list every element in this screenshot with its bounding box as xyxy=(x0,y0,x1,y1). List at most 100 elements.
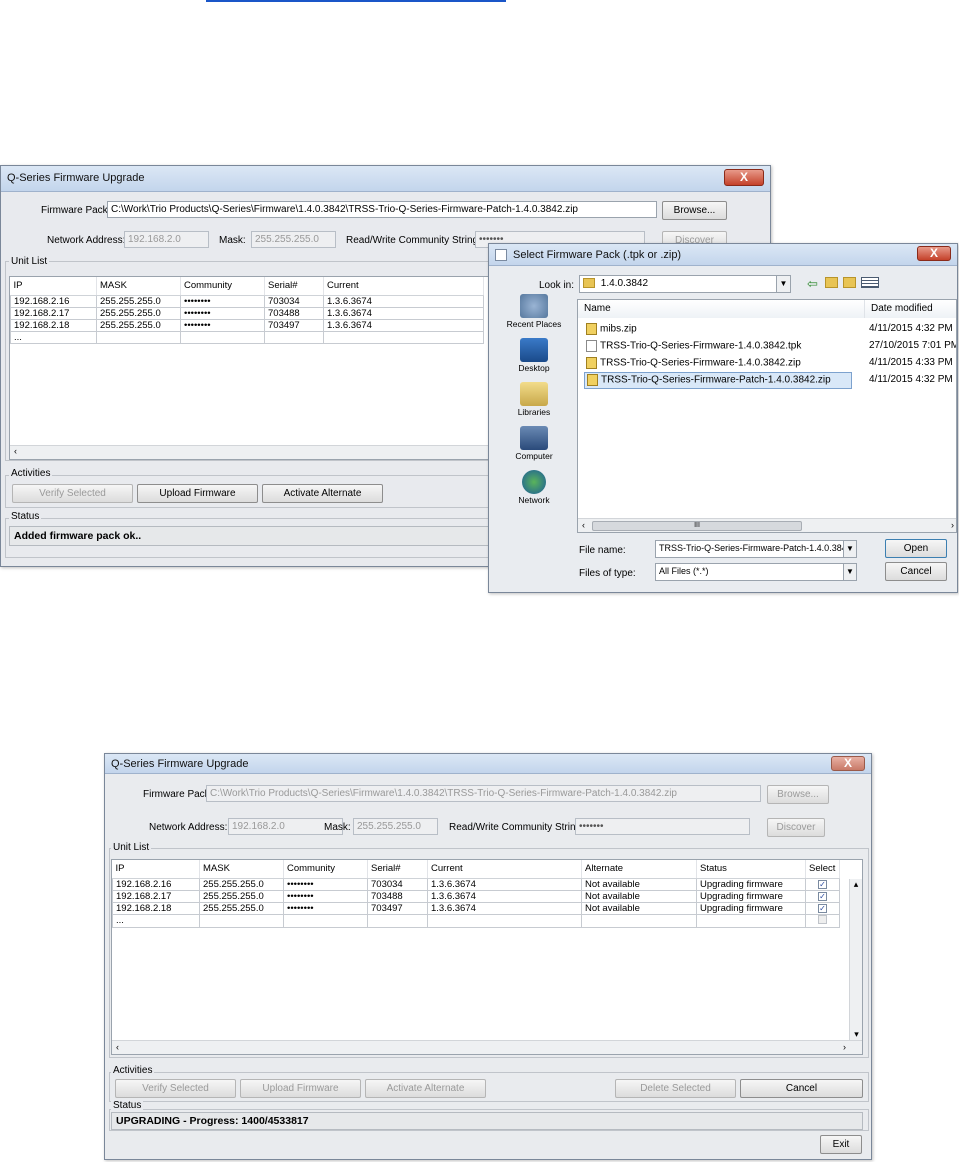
network-address-field[interactable]: 192.168.2.0 xyxy=(124,231,209,248)
discover-button[interactable]: Discover xyxy=(767,818,825,837)
dialog-close-button[interactable]: X xyxy=(917,246,951,261)
column-header-ip[interactable]: IP xyxy=(112,860,200,879)
window-title: Q-Series Firmware Upgrade xyxy=(111,758,249,770)
column-header-serial[interactable]: Serial# xyxy=(264,277,324,296)
file-icon xyxy=(586,340,597,352)
upload-firmware-button[interactable]: Upload Firmware xyxy=(137,484,258,503)
column-header-ip[interactable]: IP xyxy=(10,277,97,296)
cell-mask: 255.255.255.0 xyxy=(96,306,181,320)
cell-community: •••••••• xyxy=(283,889,368,903)
place-network[interactable]: Network xyxy=(497,470,571,505)
mask-field[interactable]: 255.255.255.0 xyxy=(353,818,438,835)
upload-firmware-button[interactable]: Upload Firmware xyxy=(240,1079,361,1098)
scroll-thumb[interactable]: III xyxy=(592,521,802,531)
column-header-date-modified[interactable]: Date modified xyxy=(865,300,956,318)
title-bar[interactable]: Q-Series Firmware Upgrade X xyxy=(1,166,770,192)
column-header-name[interactable]: Name xyxy=(578,300,865,318)
file-date: 4/11/2015 4:32 PM xyxy=(869,323,953,334)
delete-selected-button[interactable]: Delete Selected xyxy=(615,1079,736,1098)
table-row[interactable]: 192.168.2.18 255.255.255.0 •••••••• 7034… xyxy=(10,318,484,332)
select-checkbox[interactable]: ✓ xyxy=(818,879,827,889)
table-row[interactable]: 192.168.2.18 255.255.255.0 •••••••• 7034… xyxy=(112,901,840,915)
close-button[interactable]: X xyxy=(724,169,764,186)
dialog-title-bar[interactable]: Select Firmware Pack (.tpk or .zip) X xyxy=(489,244,957,266)
browse-button[interactable]: Browse... xyxy=(662,201,727,220)
chevron-down-icon[interactable]: ▼ xyxy=(843,564,856,580)
column-header-current[interactable]: Current xyxy=(323,277,484,296)
file-list-horizontal-scrollbar[interactable]: ‹ III › xyxy=(578,518,956,532)
desktop-icon xyxy=(520,338,548,362)
column-header-status[interactable]: Status xyxy=(696,860,806,879)
cell-community: •••••••• xyxy=(180,318,265,332)
firmware-upgrade-window-2: Q-Series Firmware Upgrade X Firmware Pac… xyxy=(104,753,872,1160)
column-header-community[interactable]: Community xyxy=(180,277,265,296)
column-header-serial[interactable]: Serial# xyxy=(367,860,428,879)
look-in-value: 1.4.0.3842 xyxy=(600,278,649,289)
file-name-field[interactable]: TRSS-Trio-Q-Series-Firmware-Patch-1.4.0.… xyxy=(655,540,857,558)
table-row-new[interactable]: ... xyxy=(112,913,840,928)
title-bar[interactable]: Q-Series Firmware Upgrade X xyxy=(105,754,871,774)
column-header-current[interactable]: Current xyxy=(427,860,582,879)
column-header-select[interactable]: Select xyxy=(805,860,840,879)
select-checkbox[interactable]: ✓ xyxy=(818,903,827,913)
scroll-left-icon[interactable]: ‹ xyxy=(10,446,17,456)
cell-current: 1.3.6.3674 xyxy=(427,901,582,915)
place-desktop[interactable]: Desktop xyxy=(497,338,571,373)
chevron-down-icon[interactable]: ▼ xyxy=(843,541,856,557)
browse-button[interactable]: Browse... xyxy=(767,785,829,804)
list-item-selected[interactable]: TRSS-Trio-Q-Series-Firmware-Patch-1.4.0.… xyxy=(584,372,852,389)
scroll-left-icon[interactable]: ‹ xyxy=(116,1042,119,1052)
back-arrow-icon[interactable]: ⇦ xyxy=(807,276,818,292)
community-string-field[interactable]: ••••••• xyxy=(575,818,750,835)
cell-community: •••••••• xyxy=(283,901,368,915)
chevron-down-icon[interactable]: ▼ xyxy=(776,276,790,292)
look-in-select[interactable]: 1.4.0.3842 ▼ xyxy=(579,275,791,293)
verify-selected-button[interactable]: Verify Selected xyxy=(12,484,133,503)
cell-placeholder: ... xyxy=(112,913,200,928)
activate-alternate-button[interactable]: Activate Alternate xyxy=(365,1079,486,1098)
scroll-up-icon[interactable]: ▴ xyxy=(850,879,862,890)
place-recent-places[interactable]: Recent Places xyxy=(497,294,571,329)
scroll-left-icon[interactable]: ‹ xyxy=(582,520,585,530)
scroll-right-icon[interactable]: › xyxy=(951,520,954,530)
cancel-button[interactable]: Cancel xyxy=(740,1079,863,1098)
column-header-alternate[interactable]: Alternate xyxy=(581,860,697,879)
column-header-community[interactable]: Community xyxy=(283,860,368,879)
select-checkbox[interactable]: ✓ xyxy=(818,891,827,901)
open-button[interactable]: Open xyxy=(885,539,947,558)
list-item[interactable]: mibs.zip 4/11/2015 4:32 PM xyxy=(578,321,956,338)
firmware-pack-field[interactable]: C:\Work\Trio Products\Q-Series\Firmware\… xyxy=(206,785,761,802)
table-row-new[interactable]: ... xyxy=(10,330,484,344)
mask-field[interactable]: 255.255.255.0 xyxy=(251,231,336,248)
table-header-row: IP MASK Community Serial# Current xyxy=(10,277,484,296)
list-item[interactable]: TRSS-Trio-Q-Series-Firmware-1.4.0.3842.z… xyxy=(578,355,956,372)
dialog-cancel-button[interactable]: Cancel xyxy=(885,562,947,581)
column-header-mask[interactable]: MASK xyxy=(96,277,181,296)
vertical-scrollbar[interactable]: ▴ ▾ xyxy=(849,879,862,1042)
exit-button[interactable]: Exit xyxy=(820,1135,862,1154)
place-label: Computer xyxy=(515,451,553,461)
up-folder-icon[interactable] xyxy=(825,277,838,288)
activate-alternate-button[interactable]: Activate Alternate xyxy=(262,484,383,503)
new-folder-icon[interactable] xyxy=(843,277,856,288)
view-menu-icon[interactable] xyxy=(861,277,879,288)
files-of-type-select[interactable]: All Files (*.*) ▼ xyxy=(655,563,857,581)
list-item[interactable]: TRSS-Trio-Q-Series-Firmware-1.4.0.3842.t… xyxy=(578,338,956,355)
table-row[interactable]: 192.168.2.17 255.255.255.0 •••••••• 7034… xyxy=(112,889,840,903)
horizontal-scrollbar[interactable]: ‹ › xyxy=(112,1040,862,1054)
place-libraries[interactable]: Libraries xyxy=(497,382,571,417)
table-row[interactable]: 192.168.2.16 255.255.255.0 •••••••• 7030… xyxy=(112,877,840,891)
place-computer[interactable]: Computer xyxy=(497,426,571,461)
scroll-right-icon[interactable]: › xyxy=(843,1042,846,1052)
scroll-down-icon[interactable]: ▾ xyxy=(850,1029,862,1040)
column-header-mask[interactable]: MASK xyxy=(199,860,284,879)
table-row[interactable]: 192.168.2.17 255.255.255.0 •••••••• 7034… xyxy=(10,306,484,320)
verify-selected-button[interactable]: Verify Selected xyxy=(115,1079,236,1098)
cell-mask: 255.255.255.0 xyxy=(199,901,284,915)
firmware-pack-label: Firmware Pack: xyxy=(41,205,111,216)
close-button[interactable]: X xyxy=(831,756,865,771)
cell-mask: 255.255.255.0 xyxy=(199,877,284,891)
firmware-pack-field[interactable]: C:\Work\Trio Products\Q-Series\Firmware\… xyxy=(107,201,657,218)
recent-places-icon xyxy=(520,294,548,318)
table-row[interactable]: 192.168.2.16 255.255.255.0 •••••••• 7030… xyxy=(10,294,484,308)
